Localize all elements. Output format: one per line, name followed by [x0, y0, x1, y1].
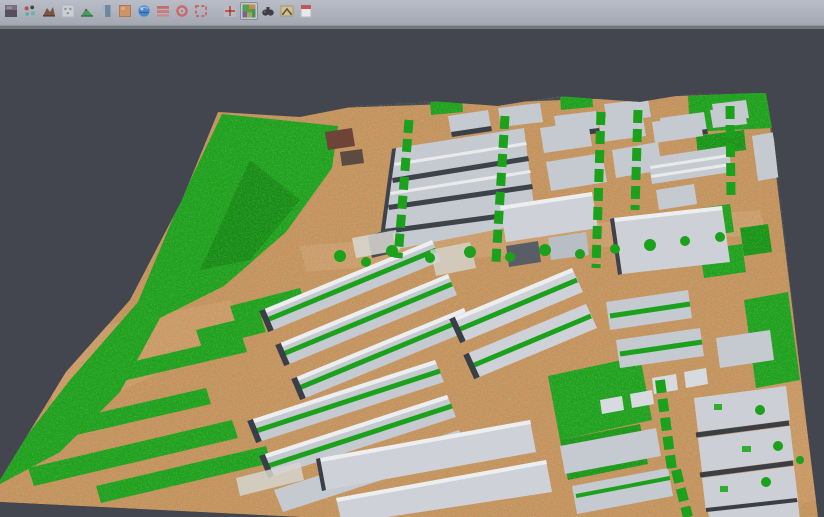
selection-box-icon: [194, 4, 208, 18]
terrain-hill-button[interactable]: [78, 2, 96, 20]
clip-region-icon: [299, 4, 313, 18]
red-ring-icon: [175, 4, 189, 18]
clip-region-button[interactable]: [297, 2, 315, 20]
crosshair-icon: [223, 4, 237, 18]
toolbar: [0, 0, 824, 25]
measure-surface-icon: [280, 4, 294, 18]
ortho-image-button[interactable]: [116, 2, 134, 20]
profile-view-button[interactable]: [97, 2, 115, 20]
terrain-scene: [0, 29, 824, 517]
red-rows-icon: [156, 4, 170, 18]
grid-points-icon: [61, 4, 75, 18]
layers-button[interactable]: [2, 2, 20, 20]
crosshair-button[interactable]: [221, 2, 239, 20]
grid-points-button[interactable]: [59, 2, 77, 20]
globe-3d-button[interactable]: [135, 2, 153, 20]
tin-surface-icon: [42, 4, 56, 18]
classify-points-icon: [23, 4, 37, 18]
binoculars-button[interactable]: [259, 2, 277, 20]
profile-view-icon: [99, 4, 113, 18]
selection-box-button[interactable]: [192, 2, 210, 20]
toolbar-separator: [0, 25, 824, 29]
classify-points-button[interactable]: [21, 2, 39, 20]
red-ring-button[interactable]: [173, 2, 191, 20]
red-rows-button[interactable]: [154, 2, 172, 20]
measure-surface-button[interactable]: [278, 2, 296, 20]
globe-3d-icon: [137, 4, 151, 18]
application-window: [0, 0, 824, 517]
3d-viewport[interactable]: [0, 29, 824, 517]
classification-map-icon: [242, 4, 256, 18]
classification-map-button[interactable]: [240, 2, 258, 20]
ortho-image-icon: [118, 4, 132, 18]
tin-surface-button[interactable]: [40, 2, 58, 20]
layers-icon: [4, 4, 18, 18]
terrain-hill-icon: [80, 4, 94, 18]
binoculars-icon: [261, 4, 275, 18]
